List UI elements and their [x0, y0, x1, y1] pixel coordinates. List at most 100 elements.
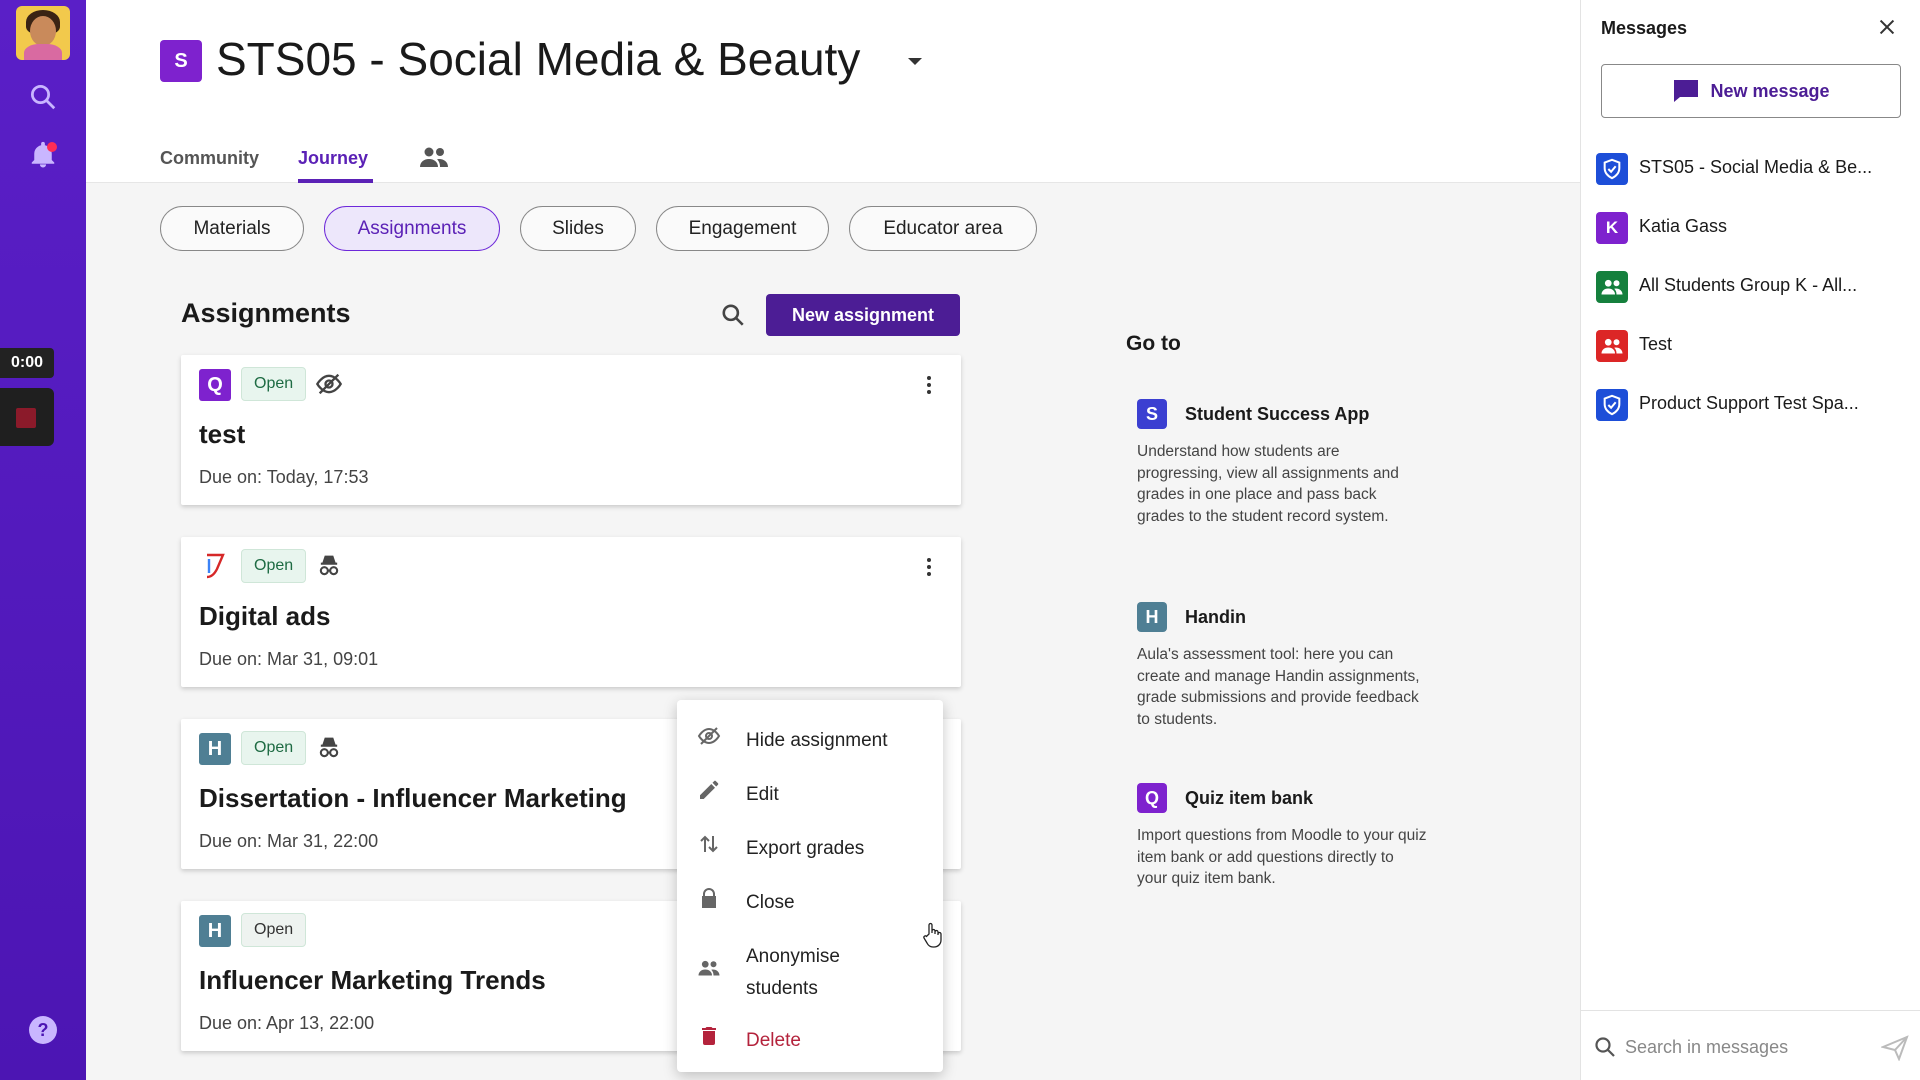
menu-item-anonymise-students[interactable]: Anonymise students	[677, 928, 943, 1008]
course-header: S STS05 - Social Media & Beauty Communit…	[86, 0, 1580, 183]
menu-item-export-grades[interactable]: Export grades	[677, 820, 943, 868]
active-tab-indicator	[298, 179, 373, 183]
user-initial-badge: K	[1596, 212, 1628, 244]
conversation-item[interactable]: Product Support Test Spa...	[1596, 384, 1916, 424]
left-rail: 0:00 ?	[0, 0, 86, 1080]
assignment-context-menu: Hide assignment Edit Export grades Close…	[677, 700, 943, 1072]
conversation-name: STS05 - Social Media & Be...	[1639, 157, 1873, 177]
handin-badge: H	[199, 915, 231, 947]
shield-check-icon	[1596, 153, 1628, 185]
assignment-card[interactable]: Open Digital ads Due on: Mar 31, 09:01	[181, 537, 961, 687]
app-link-student-success[interactable]: Student Success App	[1185, 404, 1369, 425]
menu-item-label: Anonymise students	[746, 946, 840, 999]
send-icon[interactable]	[1881, 1035, 1909, 1061]
group-icon	[1596, 271, 1628, 303]
people-icon	[698, 960, 720, 976]
shield-check-icon	[1596, 389, 1628, 421]
student-success-badge: S	[1137, 399, 1167, 429]
notification-dot	[47, 142, 57, 152]
handin-badge: H	[199, 733, 231, 765]
tab-community[interactable]: Community	[160, 148, 259, 169]
assignment-due: Due on: Mar 31, 22:00	[199, 831, 379, 851]
recording-timer: 0:00	[0, 348, 54, 378]
messages-search-input[interactable]	[1625, 1033, 1845, 1061]
conversation-item[interactable]: All Students Group K - All...	[1596, 266, 1916, 306]
assignment-due: Due on: Today, 17:53	[199, 467, 369, 487]
assignments-heading: Assignments	[181, 298, 351, 328]
close-icon[interactable]	[1876, 16, 1898, 38]
quiz-badge: Q	[1137, 783, 1167, 813]
conversation-name: All Students Group K - All...	[1639, 275, 1858, 295]
menu-item-label: Hide assignment	[746, 730, 888, 751]
goto-heading: Go to	[1126, 332, 1181, 355]
menu-item-label: Delete	[746, 1030, 801, 1051]
assignment-title[interactable]: Digital ads	[199, 601, 330, 632]
app-description: Understand how students are progressing,…	[1137, 443, 1399, 525]
new-assignment-button[interactable]: New assignment	[766, 294, 960, 336]
conversation-name: Product Support Test Spa...	[1639, 393, 1859, 413]
search-icon[interactable]	[720, 302, 746, 328]
status-badge: Open	[241, 913, 307, 947]
avatar[interactable]	[16, 6, 70, 60]
trash-icon	[702, 1027, 716, 1045]
menu-item-hide-assignment[interactable]: Hide assignment	[677, 712, 943, 760]
conversation-item[interactable]: Test	[1596, 325, 1916, 365]
app-link-handin[interactable]: Handin	[1185, 607, 1246, 628]
conversation-item[interactable]: K Katia Gass	[1596, 207, 1916, 247]
eye-off-icon	[315, 373, 343, 395]
quiz-badge: Q	[199, 369, 231, 401]
pill-engagement[interactable]: Engagement	[656, 206, 829, 251]
menu-item-close[interactable]: Close	[677, 874, 943, 922]
search-icon[interactable]	[28, 82, 58, 112]
menu-item-label: Close	[746, 892, 795, 913]
assignment-title[interactable]: Dissertation - Influencer Marketing	[199, 783, 627, 814]
turnitin-icon	[206, 553, 225, 579]
conversation-item[interactable]: STS05 - Social Media & Be...	[1596, 148, 1916, 188]
menu-item-delete[interactable]: Delete	[677, 1012, 943, 1060]
pill-materials[interactable]: Materials	[160, 206, 304, 251]
app-link-quiz-item-bank[interactable]: Quiz item bank	[1185, 788, 1313, 809]
anonymous-icon	[319, 737, 339, 758]
chevron-down-icon[interactable]	[908, 58, 922, 65]
anonymous-icon	[319, 555, 339, 576]
pill-assignments[interactable]: Assignments	[324, 206, 500, 251]
group-icon	[1596, 330, 1628, 362]
status-badge: Open	[241, 731, 307, 765]
people-icon[interactable]	[418, 144, 450, 170]
stop-icon	[16, 408, 36, 428]
swap-vertical-icon	[700, 835, 718, 853]
pencil-icon	[700, 780, 719, 799]
conversation-name: Test	[1639, 334, 1673, 354]
search-icon	[1595, 1037, 1615, 1057]
assignment-due: Due on: Mar 31, 09:01	[199, 649, 379, 669]
course-title[interactable]: STS05 - Social Media & Beauty	[216, 32, 860, 86]
kebab-menu-icon[interactable]	[919, 553, 939, 581]
hand-cursor-icon	[923, 922, 942, 948]
new-message-button[interactable]: New message	[1601, 64, 1901, 118]
pill-slides[interactable]: Slides	[520, 206, 636, 251]
stop-recording-button[interactable]	[0, 388, 54, 446]
chat-bubble-icon	[1674, 80, 1699, 102]
assignment-card[interactable]: Q Open test Due on: Today, 17:53	[181, 355, 961, 505]
lock-icon	[702, 888, 716, 908]
handin-badge: H	[1137, 602, 1167, 632]
conversation-name: Katia Gass	[1639, 216, 1728, 236]
help-icon[interactable]: ?	[29, 1016, 57, 1044]
app-description: Aula's assessment tool: here you can cre…	[1137, 646, 1420, 728]
app-description: Import questions from Moodle to your qui…	[1137, 827, 1427, 887]
menu-item-edit[interactable]: Edit	[677, 766, 943, 814]
pill-educator-area[interactable]: Educator area	[849, 206, 1037, 251]
menu-item-label: Edit	[746, 784, 779, 805]
assignment-due: Due on: Apr 13, 22:00	[199, 1013, 375, 1033]
course-badge: S	[160, 40, 202, 82]
kebab-menu-icon[interactable]	[919, 371, 939, 399]
assignment-title[interactable]: test	[199, 419, 245, 450]
eye-off-icon	[697, 727, 721, 745]
new-message-label: New message	[1710, 80, 1830, 101]
menu-item-label: Export grades	[746, 838, 865, 859]
messages-panel: Messages New message STS05 - Social Medi…	[1580, 0, 1920, 1080]
assignment-title[interactable]: Influencer Marketing Trends	[199, 965, 546, 996]
tab-journey[interactable]: Journey	[298, 148, 368, 169]
status-badge: Open	[241, 367, 307, 401]
messages-search-bar	[1581, 1010, 1920, 1080]
